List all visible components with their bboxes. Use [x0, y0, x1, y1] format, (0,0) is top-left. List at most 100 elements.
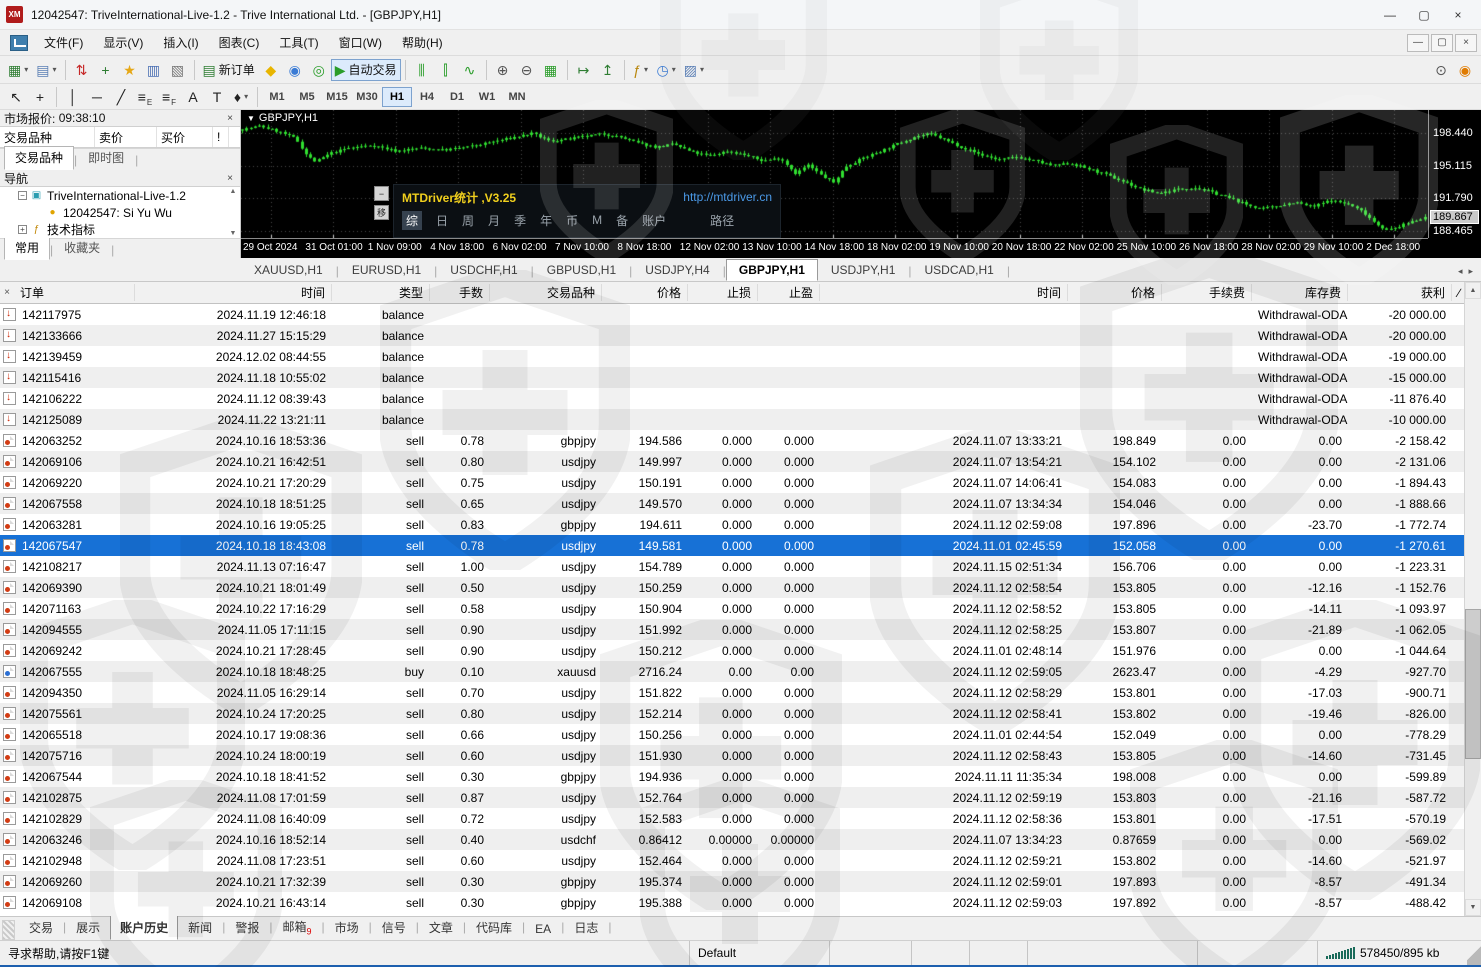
status-profile[interactable]: Default [689, 941, 829, 965]
market-watch-tab-0[interactable]: 交易品种 [4, 146, 75, 170]
table-row[interactable]: 142139459 2024.12.02 08:44:55 balance Withd… [0, 346, 1481, 367]
table-row[interactable]: 142106222 2024.11.12 08:39:43 balance Withd… [0, 388, 1481, 409]
chart-tab-gbpjpy-h1[interactable]: GBPJPY,H1 [725, 259, 818, 281]
table-row[interactable]: 142102829 2024.11.08 16:40:09 sell 0.72 usdj… [0, 808, 1481, 829]
column-header-p1[interactable]: 价格 [602, 284, 688, 301]
text-tool-button[interactable]: A [181, 86, 205, 108]
mtdriver-tab-6[interactable]: 币 [566, 212, 578, 229]
terminal-scrollbar[interactable]: ▲ ▼ [1464, 282, 1481, 916]
chart-tab-usdjpy-h1[interactable]: USDJPY,H1 [818, 259, 908, 281]
horizontal-line-tool-button[interactable]: ─ [85, 86, 109, 108]
chart-tab-usdchf-h1[interactable]: USDCHF,H1 [437, 259, 530, 281]
dock-grip[interactable] [2, 920, 15, 940]
menu-item-6[interactable]: 帮助(H) [392, 30, 453, 55]
navigator-item-2[interactable]: + ƒ 技术指标 [0, 221, 240, 238]
column-header-id[interactable]: 订单 [14, 284, 135, 301]
market-watch-close-icon[interactable]: × [224, 113, 236, 124]
table-row[interactable]: 142065518 2024.10.17 19:08:36 sell 0.66 usdj… [0, 724, 1481, 745]
terminal-button[interactable]: ▥ [142, 59, 166, 81]
column-header-comm[interactable]: 手续费 [1162, 284, 1252, 301]
vertical-line-tool-button[interactable]: │ [61, 86, 85, 108]
indicators-button[interactable]: ƒ ▾ [629, 59, 653, 81]
whats-new-button[interactable]: ◉ [1453, 59, 1477, 81]
scroll-up-icon[interactable]: ▲ [1465, 282, 1481, 299]
terminal-tab-5[interactable]: 邮箱9 [272, 914, 321, 940]
navigator-scrollbar[interactable]: ▲ ▼ [227, 188, 239, 237]
menu-item-1[interactable]: 显示(V) [93, 30, 153, 55]
mtdriver-tab-7[interactable]: M [592, 213, 602, 227]
table-row[interactable]: 142115416 2024.11.18 10:55:02 balance Withd… [0, 367, 1481, 388]
data-window-button[interactable]: + [94, 59, 118, 81]
timeframe-m5-button[interactable]: M5 [292, 87, 322, 107]
column-header-type[interactable]: 类型 [332, 284, 430, 301]
market-watch-column-1[interactable]: 卖价 [95, 127, 157, 147]
navigator-item-1[interactable]: ● 12042547: Si Yu Wu [0, 204, 240, 221]
profiles-button[interactable]: ▤ ▾ [32, 59, 60, 81]
terminal-close-icon[interactable]: × [0, 287, 14, 298]
chart-shift-button[interactable]: ↥ [596, 59, 620, 81]
timeframe-w1-button[interactable]: W1 [472, 87, 502, 107]
navigator-item-0[interactable]: − ▣ TriveInternational-Live-1.2 [0, 187, 240, 204]
child-restore-button[interactable]: ▢ [1431, 33, 1453, 52]
tile-windows-button[interactable]: ▦ [539, 59, 563, 81]
table-row[interactable]: 142069106 2024.10.21 16:42:51 sell 0.80 usdj… [0, 451, 1481, 472]
candle-chart-button[interactable]: ⫿ [434, 59, 458, 81]
label-tool-button[interactable]: T [205, 86, 229, 108]
column-header-lots[interactable]: 手数 [430, 284, 490, 301]
chart-tab-usdcad-h1[interactable]: USDCAD,H1 [912, 259, 1007, 281]
table-row[interactable]: 142108217 2024.11.13 07:16:47 sell 1.00 usdj… [0, 556, 1481, 577]
timeframe-m30-button[interactable]: M30 [352, 87, 382, 107]
navigator-tab-0[interactable]: 常用 [4, 236, 51, 260]
table-row[interactable]: 142075561 2024.10.24 17:20:25 sell 0.80 usdj… [0, 703, 1481, 724]
terminal-tab-10[interactable]: EA [525, 918, 561, 940]
chart-tab-usdjpy-h4[interactable]: USDJPY,H4 [632, 259, 722, 281]
column-header-sl[interactable]: 止损 [688, 284, 758, 301]
auto-scroll-button[interactable]: ↦ [572, 59, 596, 81]
new-chart-button[interactable]: ▦ ▾ [4, 59, 32, 81]
terminal-tab-7[interactable]: 信号 [372, 915, 416, 940]
table-row[interactable]: 142063252 2024.10.16 18:53:36 sell 0.78 gbpj… [0, 430, 1481, 451]
mtdriver-tab-0[interactable]: 综 [402, 210, 423, 230]
mtdriver-minimize-button[interactable]: − [374, 186, 389, 201]
table-row[interactable]: 142075716 2024.10.24 18:00:19 sell 0.60 usdj… [0, 745, 1481, 766]
market-watch-column-3[interactable]: ! [213, 127, 229, 147]
table-row[interactable]: 142094555 2024.11.05 17:11:15 sell 0.90 usdj… [0, 619, 1481, 640]
terminal-tab-11[interactable]: 日志 [564, 915, 608, 940]
table-row[interactable]: 142067558 2024.10.18 18:51:25 sell 0.65 usdj… [0, 493, 1481, 514]
chart-tab-gbpusd-h1[interactable]: GBPUSD,H1 [534, 259, 629, 281]
mtdriver-url-link[interactable]: http://mtdriver.cn [683, 190, 772, 204]
mtdriver-tab-2[interactable]: 周 [462, 212, 474, 229]
navigator-button[interactable]: ★ [118, 59, 142, 81]
column-header-profit[interactable]: 获利 [1348, 284, 1452, 301]
terminal-tab-8[interactable]: 文章 [419, 915, 463, 940]
timeframe-mn-button[interactable]: MN [502, 87, 532, 107]
mtdriver-tab-9[interactable]: 账户 [642, 212, 666, 229]
table-row[interactable]: 142069390 2024.10.21 18:01:49 sell 0.50 usdj… [0, 577, 1481, 598]
terminal-tab-4[interactable]: 警报 [225, 915, 269, 940]
market-watch-column-2[interactable]: 买价 [157, 127, 213, 147]
close-button[interactable]: × [1441, 4, 1475, 26]
table-row[interactable]: 142063246 2024.10.16 18:52:14 sell 0.40 usdc… [0, 829, 1481, 850]
menu-item-5[interactable]: 窗口(W) [329, 30, 392, 55]
chart-tab-eurusd-h1[interactable]: EURUSD,H1 [339, 259, 434, 281]
table-row[interactable]: 142063281 2024.10.16 19:05:25 sell 0.83 gbpj… [0, 514, 1481, 535]
timeframe-m1-button[interactable]: M1 [262, 87, 292, 107]
crosshair-tool-button[interactable]: + [28, 86, 52, 108]
table-row[interactable]: 142069242 2024.10.21 17:28:45 sell 0.90 usdj… [0, 640, 1481, 661]
table-row[interactable]: 142117975 2024.11.19 12:46:18 balance Withd… [0, 304, 1481, 325]
column-header-p2[interactable]: 价格 [1068, 284, 1162, 301]
child-minimize-button[interactable]: — [1407, 33, 1429, 52]
column-header-sym[interactable]: 交易品种 [490, 284, 602, 301]
terminal-tab-0[interactable]: 交易 [19, 915, 63, 940]
navigator-tab-1[interactable]: 收藏夹 [53, 236, 111, 260]
tree-expand-icon[interactable]: + [18, 225, 27, 234]
column-header-t1[interactable]: 时间 [135, 284, 332, 301]
menu-item-4[interactable]: 工具(T) [269, 30, 328, 55]
timeframe-h1-button[interactable]: H1 [382, 86, 412, 107]
mtdriver-tab-4[interactable]: 季 [514, 212, 526, 229]
broadcast-button[interactable]: ◎ [307, 59, 331, 81]
table-row[interactable]: 142069260 2024.10.21 17:32:39 sell 0.30 gbpj… [0, 871, 1481, 892]
table-row[interactable]: 142094350 2024.11.05 16:29:14 sell 0.70 usdj… [0, 682, 1481, 703]
maximize-button[interactable]: ▢ [1407, 4, 1441, 26]
timeframe-m15-button[interactable]: M15 [322, 87, 352, 107]
